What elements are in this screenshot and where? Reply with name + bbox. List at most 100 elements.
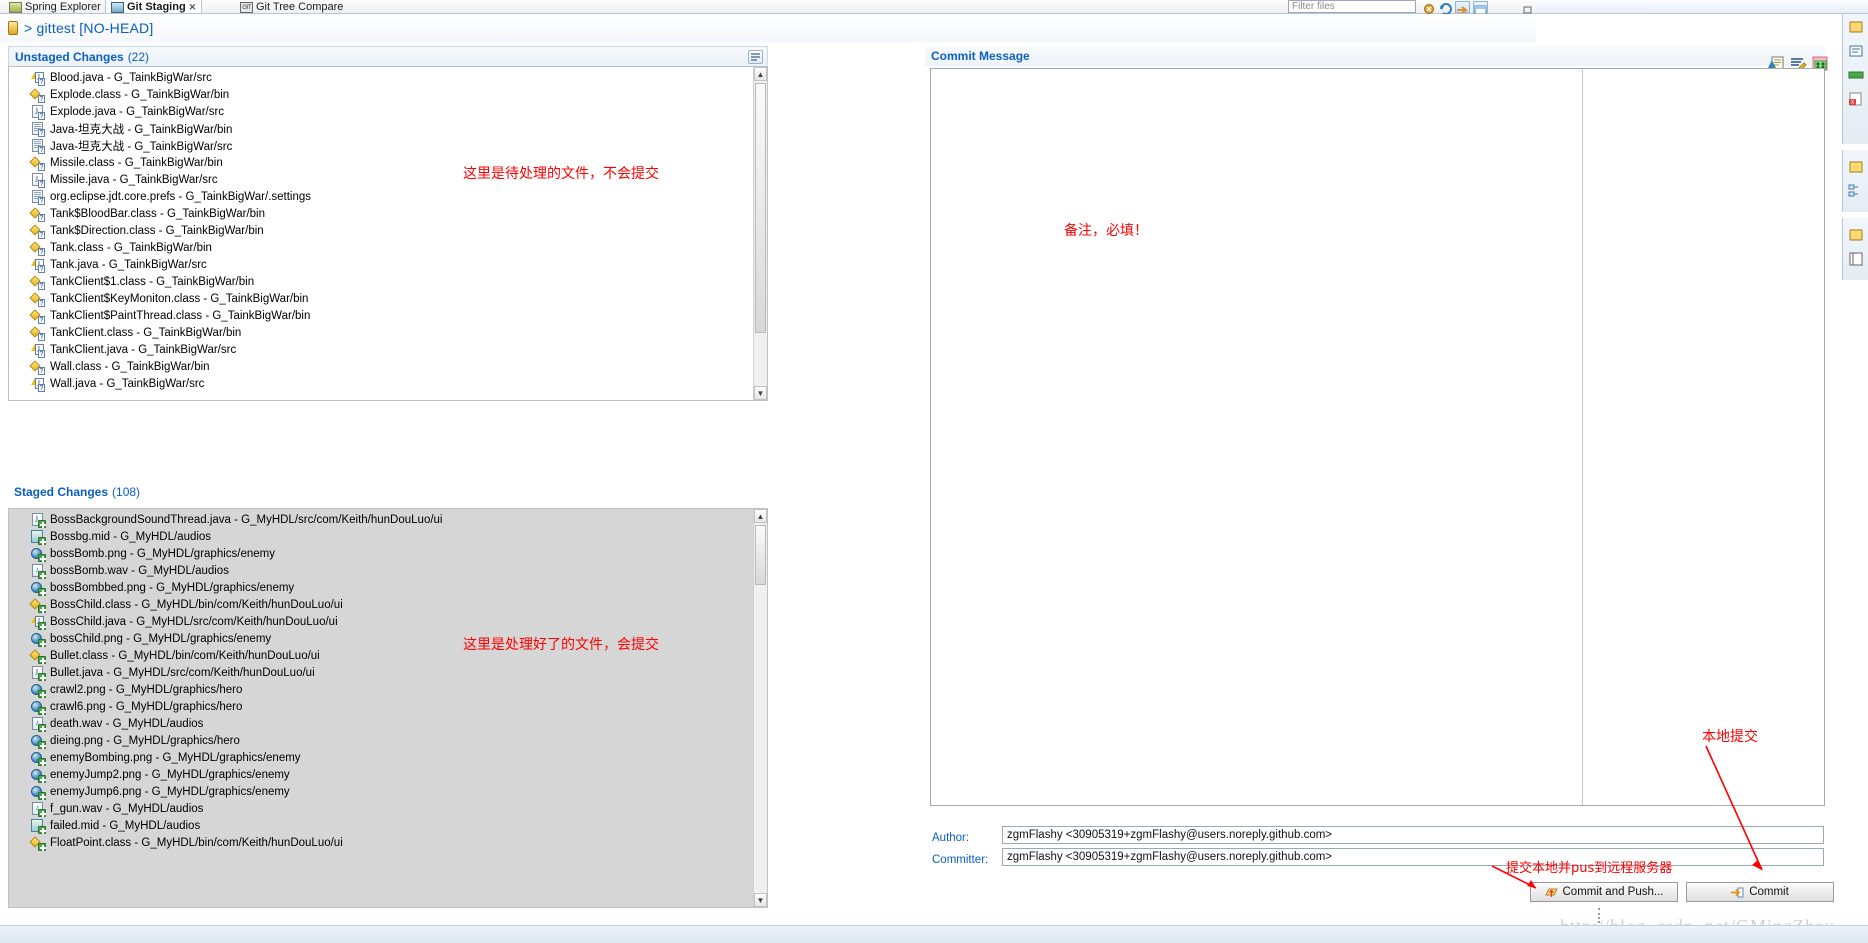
- file-list-item[interactable]: ? Tank.class - G_TainkBigWar/bin: [9, 239, 753, 256]
- tab-spring-explorer[interactable]: Spring Explorer: [4, 0, 106, 13]
- file-list-item[interactable]: crawl2.png - G_MyHDL/graphics/hero: [9, 681, 753, 698]
- staged-changes-header: Staged Changes (108): [8, 482, 768, 502]
- file-list-item[interactable]: crawl6.png - G_MyHDL/graphics/hero: [9, 698, 753, 715]
- scroll-down-icon[interactable]: ▼: [754, 386, 767, 400]
- tab-label: Git Tree Compare: [256, 1, 344, 13]
- file-list-item[interactable]: J Bullet.java - G_MyHDL/src/com/Keith/hun…: [9, 664, 753, 681]
- file-list-item[interactable]: enemyBombing.png - G_MyHDL/graphics/enem…: [9, 749, 753, 766]
- unstaged-file-list[interactable]: J? Blood.java - G_TainkBigWar/src? Explode…: [8, 66, 768, 401]
- java-warning-icon: J?: [31, 71, 45, 86]
- file-list-item[interactable]: J? Tank.java - G_TainkBigWar/src: [9, 256, 753, 273]
- unstaged-changes-header: Unstaged Changes (22): [8, 46, 768, 66]
- file-list-item[interactable]: ? TankClient$1.class - G_TainkBigWar/bin: [9, 273, 753, 290]
- repository-header: > gittest [NO-HEAD]: [0, 14, 1536, 42]
- file-list-item[interactable]: J BossBackgroundSoundThread.java - G_MyHD…: [9, 511, 753, 528]
- file-list-item[interactable]: ? Wall.class - G_TainkBigWar/bin: [9, 358, 753, 375]
- file-label: bossBombbed.png - G_MyHDL/graphics/enemy: [50, 581, 295, 594]
- author-label: Author:: [932, 832, 970, 844]
- scroll-thumb[interactable]: [755, 83, 766, 333]
- arrow-right-icon[interactable]: [1455, 1, 1470, 14]
- file-label: enemyJump6.png - G_MyHDL/graphics/enemy: [50, 785, 290, 798]
- scroll-thumb[interactable]: [755, 525, 766, 585]
- scroll-up-icon[interactable]: ▲: [754, 67, 767, 81]
- file-list-item[interactable]: ? Tank$Direction.class - G_TainkBigWar/bi…: [9, 222, 753, 239]
- layout-toggle-icon[interactable]: [1473, 1, 1488, 15]
- filter-files-input[interactable]: Filter files: [1288, 0, 1416, 13]
- unstaged-scrollbar[interactable]: ▲ ▼: [753, 67, 767, 400]
- image-added-icon: [31, 683, 46, 698]
- file-list-item[interactable]: J? Wall.java - G_TainkBigWar/src: [9, 375, 753, 392]
- problems-view-icon[interactable]: X: [1848, 92, 1864, 106]
- class-icon: ?: [29, 223, 45, 239]
- java-icon: J?: [31, 104, 45, 120]
- view-menu-icon[interactable]: [748, 50, 763, 64]
- file-label: bossBomb.png - G_MyHDL/graphics/enemy: [50, 547, 275, 560]
- file-list-item[interactable]: J? TankClient.java - G_TainkBigWar/src: [9, 341, 753, 358]
- staged-scrollbar[interactable]: ▲ ▼: [753, 509, 767, 907]
- file-list-item[interactable]: ? TankClient$PaintThread.class - G_TainkB…: [9, 307, 753, 324]
- file-list-item[interactable]: bossBombbed.png - G_MyHDL/graphics/enemy: [9, 579, 753, 596]
- package-explorer-icon-3[interactable]: [1848, 228, 1864, 242]
- scroll-up-icon[interactable]: ▲: [754, 509, 767, 523]
- file-label: failed.mid - G_MyHDL/audios: [50, 819, 201, 832]
- file-list-item[interactable]: bossBomb.wav - G_MyHDL/audios: [9, 562, 753, 579]
- file-label: f_gun.wav - G_MyHDL/audios: [50, 802, 204, 815]
- file-list-item[interactable]: enemyJump2.png - G_MyHDL/graphics/enemy: [9, 766, 753, 783]
- git-staging-icon: [111, 1, 124, 13]
- file-label: Explode.class - G_TainkBigWar/bin: [50, 88, 230, 101]
- outline-view-icon[interactable]: [1848, 44, 1864, 58]
- refresh-icon[interactable]: [1438, 1, 1453, 15]
- file-label: BossBackgroundSoundThread.java - G_MyHDL…: [50, 513, 443, 526]
- task-list-icon[interactable]: [1848, 252, 1864, 266]
- clear-filter-icon[interactable]: [1421, 1, 1436, 14]
- file-list-item[interactable]: ? Java-坦克大战 - G_TainkBigWar/bin: [9, 120, 753, 137]
- file-list-item[interactable]: ? TankClient.class - G_TainkBigWar/bin: [9, 324, 753, 341]
- file-list-item[interactable]: ? org.eclipse.jdt.core.prefs - G_TainkBig…: [9, 188, 753, 205]
- file-list-item[interactable]: ? Java-坦克大战 - G_TainkBigWar/src: [9, 137, 753, 154]
- file-list-item[interactable]: Bossbg.mid - G_MyHDL/audios: [9, 528, 753, 545]
- image-added-icon: [31, 547, 46, 562]
- commit-message-input[interactable]: [930, 68, 1825, 806]
- file-list-item[interactable]: J? Blood.java - G_TainkBigWar/src: [9, 69, 753, 86]
- scroll-down-icon[interactable]: ▼: [754, 893, 767, 907]
- file-list-item[interactable]: enemyJump6.png - G_MyHDL/graphics/enemy: [9, 783, 753, 800]
- file-list-item[interactable]: J BossChild.java - G_MyHDL/src/com/Keith/…: [9, 613, 753, 630]
- class-icon: ?: [29, 206, 45, 222]
- package-explorer-icon-2[interactable]: [1848, 160, 1864, 174]
- package-explorer-icon[interactable]: [1848, 20, 1864, 34]
- servers-view-icon[interactable]: [1848, 68, 1864, 82]
- file-label: TankClient$1.class - G_TainkBigWar/bin: [50, 275, 255, 288]
- file-label: Tank$Direction.class - G_TainkBigWar/bin: [50, 224, 264, 237]
- staged-file-list[interactable]: J BossBackgroundSoundThread.java - G_MyHD…: [8, 508, 768, 908]
- commit-and-push-label: Commit and Push...: [1562, 886, 1664, 898]
- spring-icon: [9, 1, 22, 13]
- right-dock-toolbar-3: [1842, 218, 1868, 280]
- tab-git-staging[interactable]: Git Staging ✕: [105, 0, 203, 13]
- file-label: Tank.class - G_TainkBigWar/bin: [50, 241, 212, 254]
- file-list-item[interactable]: bossBomb.png - G_MyHDL/graphics/enemy: [9, 545, 753, 562]
- file-list-item[interactable]: FloatPoint.class - G_MyHDL/bin/com/Keith…: [9, 834, 753, 851]
- file-list-item[interactable]: ? TankClient$KeyMoniton.class - G_TainkBi…: [9, 290, 753, 307]
- file-list-item[interactable]: BossChild.class - G_MyHDL/bin/com/Keith/…: [9, 596, 753, 613]
- class-icon: ?: [29, 240, 45, 256]
- close-icon[interactable]: ✕: [189, 2, 197, 13]
- tab-label: Spring Explorer: [25, 1, 101, 13]
- file-label: Java-坦克大战 - G_TainkBigWar/src: [50, 140, 233, 153]
- java-warning-added-icon: J: [31, 615, 46, 630]
- commit-message-margin-line: [1582, 69, 1583, 805]
- file-list-item[interactable]: ? Tank$BloodBar.class - G_TainkBigWar/bin: [9, 205, 753, 222]
- file-list-item[interactable]: J? Explode.java - G_TainkBigWar/src: [9, 103, 753, 120]
- file-list-item[interactable]: death.wav - G_MyHDL/audios: [9, 715, 753, 732]
- view-menu-dots-icon[interactable]: [1520, 1, 1535, 14]
- file-list-item[interactable]: f_gun.wav - G_MyHDL/audios: [9, 800, 753, 817]
- file-label: Wall.class - G_TainkBigWar/bin: [50, 360, 210, 373]
- commit-message-header: Commit Message: [925, 46, 1825, 66]
- file-list-item[interactable]: dieing.png - G_MyHDL/graphics/hero: [9, 732, 753, 749]
- file-list-item[interactable]: failed.mid - G_MyHDL/audios: [9, 817, 753, 834]
- hierarchy-view-icon[interactable]: [1848, 184, 1864, 198]
- file-list-item[interactable]: ? Explode.class - G_TainkBigWar/bin: [9, 86, 753, 103]
- tab-git-tree-compare[interactable]: GIT Git Tree Compare: [235, 0, 348, 13]
- file-label: Wall.java - G_TainkBigWar/src: [50, 377, 205, 390]
- file-label: org.eclipse.jdt.core.prefs - G_TainkBigW…: [50, 190, 311, 203]
- class-icon: ?: [29, 308, 45, 324]
